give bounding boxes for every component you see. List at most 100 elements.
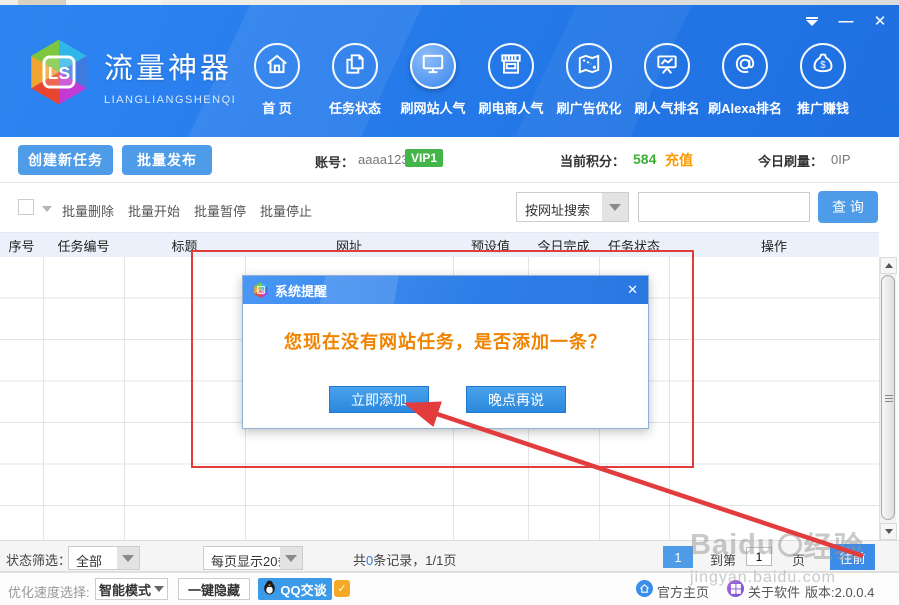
dialog-close-icon[interactable]: ✕ bbox=[627, 282, 638, 298]
status-bar: 优化速度选择: 智能模式 一键隐藏 QQ交谈 ✓ 官方主页 关于软件 bbox=[0, 572, 899, 605]
nav-item-promote-earn[interactable]: $ 推广赚钱 bbox=[784, 43, 862, 117]
qq-chat-button[interactable]: QQ交谈 bbox=[258, 578, 332, 600]
svg-text:$: $ bbox=[820, 59, 826, 70]
goto-page-input[interactable] bbox=[746, 547, 772, 566]
svg-text:LS: LS bbox=[258, 288, 264, 294]
app-logo-text: 流量神器 LIANGLIANGSHENQI bbox=[104, 45, 236, 106]
official-home-icon bbox=[636, 580, 653, 597]
monitor-icon bbox=[420, 51, 446, 82]
account-value: aaaa123 bbox=[358, 152, 409, 167]
app-logo-icon: LS bbox=[22, 33, 96, 111]
column-header-task-id: 任务编号 bbox=[43, 233, 124, 258]
triangle-down-icon bbox=[885, 529, 893, 534]
presentation-icon bbox=[654, 51, 680, 82]
column-header-url: 网址 bbox=[245, 233, 453, 258]
goto-page-label: 到第 bbox=[710, 550, 736, 569]
chevron-down-icon bbox=[154, 586, 164, 592]
status-filter-label: 状态筛选： bbox=[6, 550, 71, 569]
points-value: 584 bbox=[633, 151, 656, 167]
column-header-title: 标题 bbox=[124, 233, 245, 258]
column-header-today-done: 今日完成 bbox=[528, 233, 599, 258]
nav-item-rank-boost[interactable]: 刷人气排名 bbox=[628, 43, 706, 117]
one-key-hide-button[interactable]: 一键隐藏 bbox=[178, 578, 250, 600]
scroll-down-button[interactable] bbox=[880, 523, 897, 540]
search-input[interactable] bbox=[638, 192, 810, 222]
system-alert-dialog: LS 系统提醒 ✕ 您现在没有网站任务，是否添加一条？ 立即添加 晚点再说 bbox=[242, 275, 649, 429]
about-windows-icon bbox=[727, 580, 744, 597]
select-dropdown-icon[interactable] bbox=[42, 206, 52, 212]
documents-icon bbox=[342, 51, 368, 82]
scroll-up-button[interactable] bbox=[880, 257, 897, 274]
column-header-task-status: 任务状态 bbox=[599, 233, 669, 258]
batch-pause-link[interactable]: 批量暂停 bbox=[194, 201, 246, 220]
store-icon bbox=[498, 51, 524, 82]
speed-mode-value: 智能模式 bbox=[99, 580, 151, 599]
svg-text:LS: LS bbox=[48, 63, 70, 83]
map-icon bbox=[576, 51, 602, 82]
goto-page-button[interactable]: 往前 bbox=[830, 544, 875, 570]
batch-stop-link[interactable]: 批量停止 bbox=[260, 201, 312, 220]
task-table-header: 序号 任务编号 标题 网址 预设值 今日完成 任务状态 操作 bbox=[0, 232, 879, 257]
chevron-down-icon bbox=[117, 547, 139, 569]
add-now-button[interactable]: 立即添加 bbox=[329, 386, 429, 413]
today-volume-value: 0IP bbox=[831, 152, 851, 167]
app-window: LS 流量神器 LIANGLIANGSHENQI 首 页 任务状态 bbox=[0, 0, 899, 605]
status-filter-value: 全部 bbox=[76, 551, 102, 570]
nav-item-ecommerce-traffic[interactable]: 刷电商人气 bbox=[472, 43, 550, 117]
vertical-scrollbar[interactable] bbox=[879, 257, 896, 540]
status-filter-select[interactable]: 全部 bbox=[68, 546, 140, 570]
records-summary: 共0条记录，1/1页 bbox=[353, 550, 456, 569]
nav-item-website-traffic[interactable]: 刷网站人气 bbox=[394, 43, 472, 117]
scrollbar-grip-icon bbox=[885, 395, 893, 403]
nav-item-alexa-rank[interactable]: 刷Alexa排名 bbox=[706, 43, 784, 117]
speed-mode-select[interactable]: 智能模式 bbox=[95, 578, 168, 600]
main-nav: 首 页 任务状态 刷网站人气 bbox=[238, 43, 862, 117]
account-label: 账号： bbox=[315, 152, 354, 171]
dialog-message: 您现在没有网站任务，是否添加一条？ bbox=[243, 328, 648, 354]
chevron-down-icon bbox=[280, 547, 302, 569]
skin-arrow-icon bbox=[806, 17, 818, 26]
moneybag-icon: $ bbox=[810, 51, 836, 82]
chevron-down-icon bbox=[602, 193, 628, 221]
column-header-preset: 预设值 bbox=[453, 233, 528, 258]
speed-select-label: 优化速度选择: bbox=[8, 582, 90, 601]
qq-penguin-icon bbox=[263, 580, 276, 598]
pagination-bar: 状态筛选： 全部 每页显示20条 共0条记录，1/1页 1 到第 页 往前 bbox=[0, 540, 899, 572]
query-button[interactable]: 查 询 bbox=[818, 191, 878, 223]
app-header: LS 流量神器 LIANGLIANGSHENQI 首 页 任务状态 bbox=[0, 5, 899, 137]
official-home-link[interactable]: 官方主页 bbox=[657, 582, 709, 601]
batch-publish-button[interactable]: 批量发布 bbox=[122, 145, 212, 175]
batch-delete-link[interactable]: 批量删除 bbox=[62, 201, 114, 220]
recharge-link[interactable]: 充值 bbox=[665, 150, 693, 170]
search-type-select[interactable]: 按网址搜索 bbox=[516, 192, 629, 222]
version-text: 版本:2.0.0.4 bbox=[805, 582, 874, 601]
nav-item-home[interactable]: 首 页 bbox=[238, 43, 316, 117]
close-button[interactable]: ✕ bbox=[871, 12, 889, 30]
select-all-checkbox[interactable] bbox=[18, 199, 34, 215]
today-volume-label: 今日刷量： bbox=[758, 151, 823, 170]
triangle-up-icon bbox=[885, 263, 893, 268]
about-software-link[interactable]: 关于软件 bbox=[748, 582, 800, 601]
at-icon bbox=[732, 51, 758, 82]
app-title: 流量神器 bbox=[104, 45, 236, 87]
points-label: 当前积分： bbox=[560, 151, 625, 170]
scrollbar-thumb[interactable] bbox=[881, 275, 895, 520]
qq-verified-badge: ✓ bbox=[334, 580, 350, 597]
goto-page-unit: 页 bbox=[792, 550, 805, 569]
skin-button[interactable] bbox=[803, 12, 821, 30]
window-controls: — ✕ bbox=[803, 11, 889, 31]
create-task-button[interactable]: 创建新任务 bbox=[18, 145, 113, 175]
later-button[interactable]: 晚点再说 bbox=[466, 386, 566, 413]
nav-item-ad-optimize[interactable]: 刷广告优化 bbox=[550, 43, 628, 117]
dialog-title: 系统提醒 bbox=[275, 281, 327, 300]
minimize-button[interactable]: — bbox=[837, 12, 855, 30]
page-size-select[interactable]: 每页显示20条 bbox=[203, 546, 303, 570]
search-type-value: 按网址搜索 bbox=[525, 200, 590, 219]
home-icon bbox=[264, 51, 290, 82]
batch-start-link[interactable]: 批量开始 bbox=[128, 201, 180, 220]
column-header-index: 序号 bbox=[0, 233, 43, 258]
page-number-button[interactable]: 1 bbox=[663, 546, 693, 568]
column-header-actions: 操作 bbox=[669, 233, 879, 258]
nav-item-task-status[interactable]: 任务状态 bbox=[316, 43, 394, 117]
vip-badge: VIP1 bbox=[405, 149, 443, 167]
